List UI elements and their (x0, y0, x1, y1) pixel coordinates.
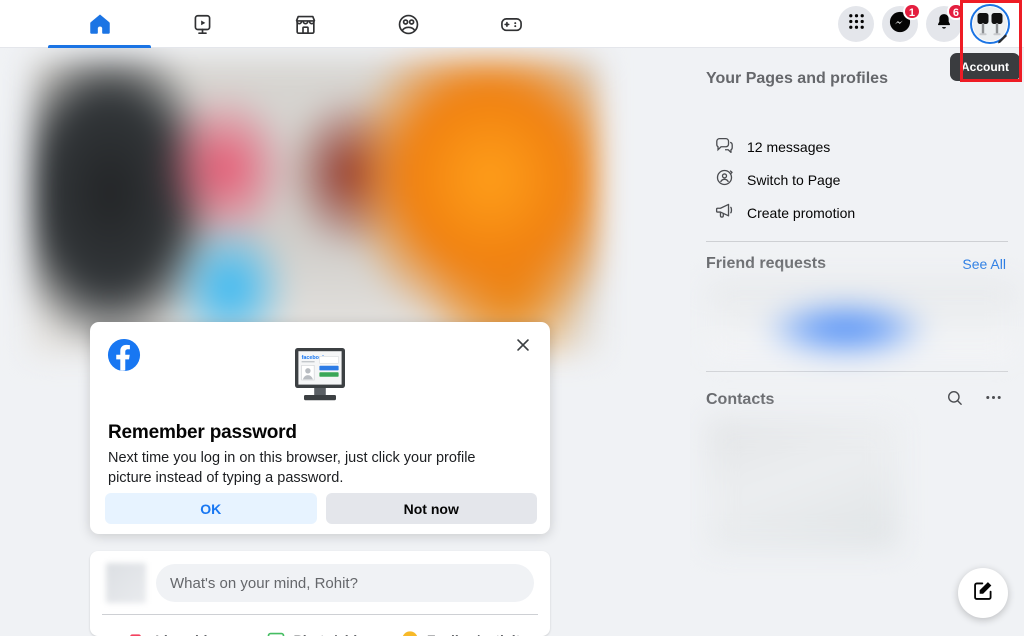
home-icon (87, 11, 113, 37)
groups-icon (396, 12, 421, 37)
composer-action-row: Live video Photo/video (106, 615, 534, 636)
dialog-ok-button[interactable]: OK (105, 493, 317, 524)
grid-menu-icon (847, 12, 866, 36)
friend-requests-see-all-link[interactable]: See All (962, 256, 1008, 272)
video-icon (190, 12, 215, 37)
contacts-header-actions (940, 385, 1008, 415)
sidebar-item-switch-to-page[interactable]: Switch to Page (706, 163, 1008, 196)
composer-input[interactable]: What's on your mind, Rohit? (156, 564, 534, 602)
dialog-body-text: Next time you log in on this browser, ju… (108, 450, 476, 486)
sidebar-item-create-promotion-label: Create promotion (747, 204, 856, 221)
pages-item-list: 12 messages Switch to Page Create promot… (706, 88, 1008, 229)
composer-feeling-label: Feeling/activity (427, 632, 528, 636)
composer-feeling-button[interactable]: Feeling/activity (394, 623, 534, 636)
menu-button[interactable] (838, 6, 874, 42)
feeling-icon (400, 629, 420, 636)
nav-tab-list (48, 0, 563, 48)
photo-video-icon (266, 629, 286, 636)
sidebar-item-messages-label: 12 messages (747, 138, 831, 155)
marketplace-icon (293, 12, 318, 37)
edit-pencil-icon (997, 31, 1009, 44)
contacts-search-button[interactable] (940, 385, 970, 415)
messenger-badge: 1 (902, 3, 921, 20)
nav-tab-gaming[interactable] (460, 0, 563, 48)
sidebar-item-messages[interactable]: 12 messages (706, 130, 1008, 163)
promotion-icon (714, 200, 735, 226)
composer-live-video-button[interactable]: Live video (106, 623, 246, 636)
nav-tab-marketplace[interactable] (254, 0, 357, 48)
composer-row: What's on your mind, Rohit? (106, 563, 534, 614)
dialog-not-now-button[interactable]: Not now (325, 493, 537, 524)
messenger-button[interactable]: 1 (882, 3, 921, 42)
close-icon (514, 336, 532, 359)
contacts-more-button[interactable] (978, 385, 1008, 415)
friend-requests-title: Friend requests (706, 255, 827, 272)
live-video-icon (128, 629, 148, 636)
messages-icon (714, 134, 735, 160)
right-sidebar: Your Pages and profiles 12 messages Swit… (690, 48, 1024, 636)
new-message-fab[interactable] (958, 568, 1008, 618)
post-composer-card: What's on your mind, Rohit? Live video (90, 551, 550, 636)
composer-live-video-label: Live video (155, 632, 223, 636)
facebook-page: 1 6 Account What's on your mind, Rohit? … (0, 0, 1024, 636)
composer-photo-video-label: Photo/video (293, 632, 373, 636)
monitor-login-illustration: facebook (282, 346, 358, 408)
notifications-badge: 6 (946, 3, 965, 20)
composer-user-avatar (106, 563, 146, 603)
account-tooltip: Account (950, 53, 1020, 81)
sidebar-item-switch-to-page-label: Switch to Page (747, 171, 841, 188)
nav-tab-home[interactable] (48, 0, 151, 48)
contacts-header: Contacts (706, 372, 1008, 415)
search-icon (946, 389, 964, 412)
composer-photo-video-button[interactable]: Photo/video (250, 623, 390, 636)
friend-requests-header: Friend requests See All (706, 242, 1008, 273)
dialog-close-button[interactable] (510, 334, 536, 360)
top-navigation-bar: 1 6 (0, 0, 1024, 48)
remember-password-dialog: facebook Remember password Next time you… (90, 322, 550, 534)
nav-tab-video[interactable] (151, 0, 254, 48)
sidebar-item-create-promotion[interactable]: Create promotion (706, 196, 1008, 229)
dialog-title: Remember password (108, 422, 297, 443)
notifications-button[interactable]: 6 (926, 3, 965, 42)
feed-story-image (30, 58, 600, 356)
nav-tab-groups[interactable] (357, 0, 460, 48)
facebook-logo-icon (107, 338, 141, 372)
compose-icon (972, 579, 995, 607)
account-avatar-button[interactable] (970, 4, 1010, 44)
gaming-icon (499, 12, 524, 37)
friend-requests-content[interactable] (706, 281, 1018, 359)
dialog-button-row: OK Not now (105, 493, 537, 524)
contacts-title: Contacts (706, 391, 775, 408)
more-options-icon (984, 388, 1003, 412)
switch-page-icon (714, 167, 735, 193)
contacts-list[interactable] (706, 419, 898, 549)
nav-right-actions: 1 6 (838, 0, 1010, 48)
